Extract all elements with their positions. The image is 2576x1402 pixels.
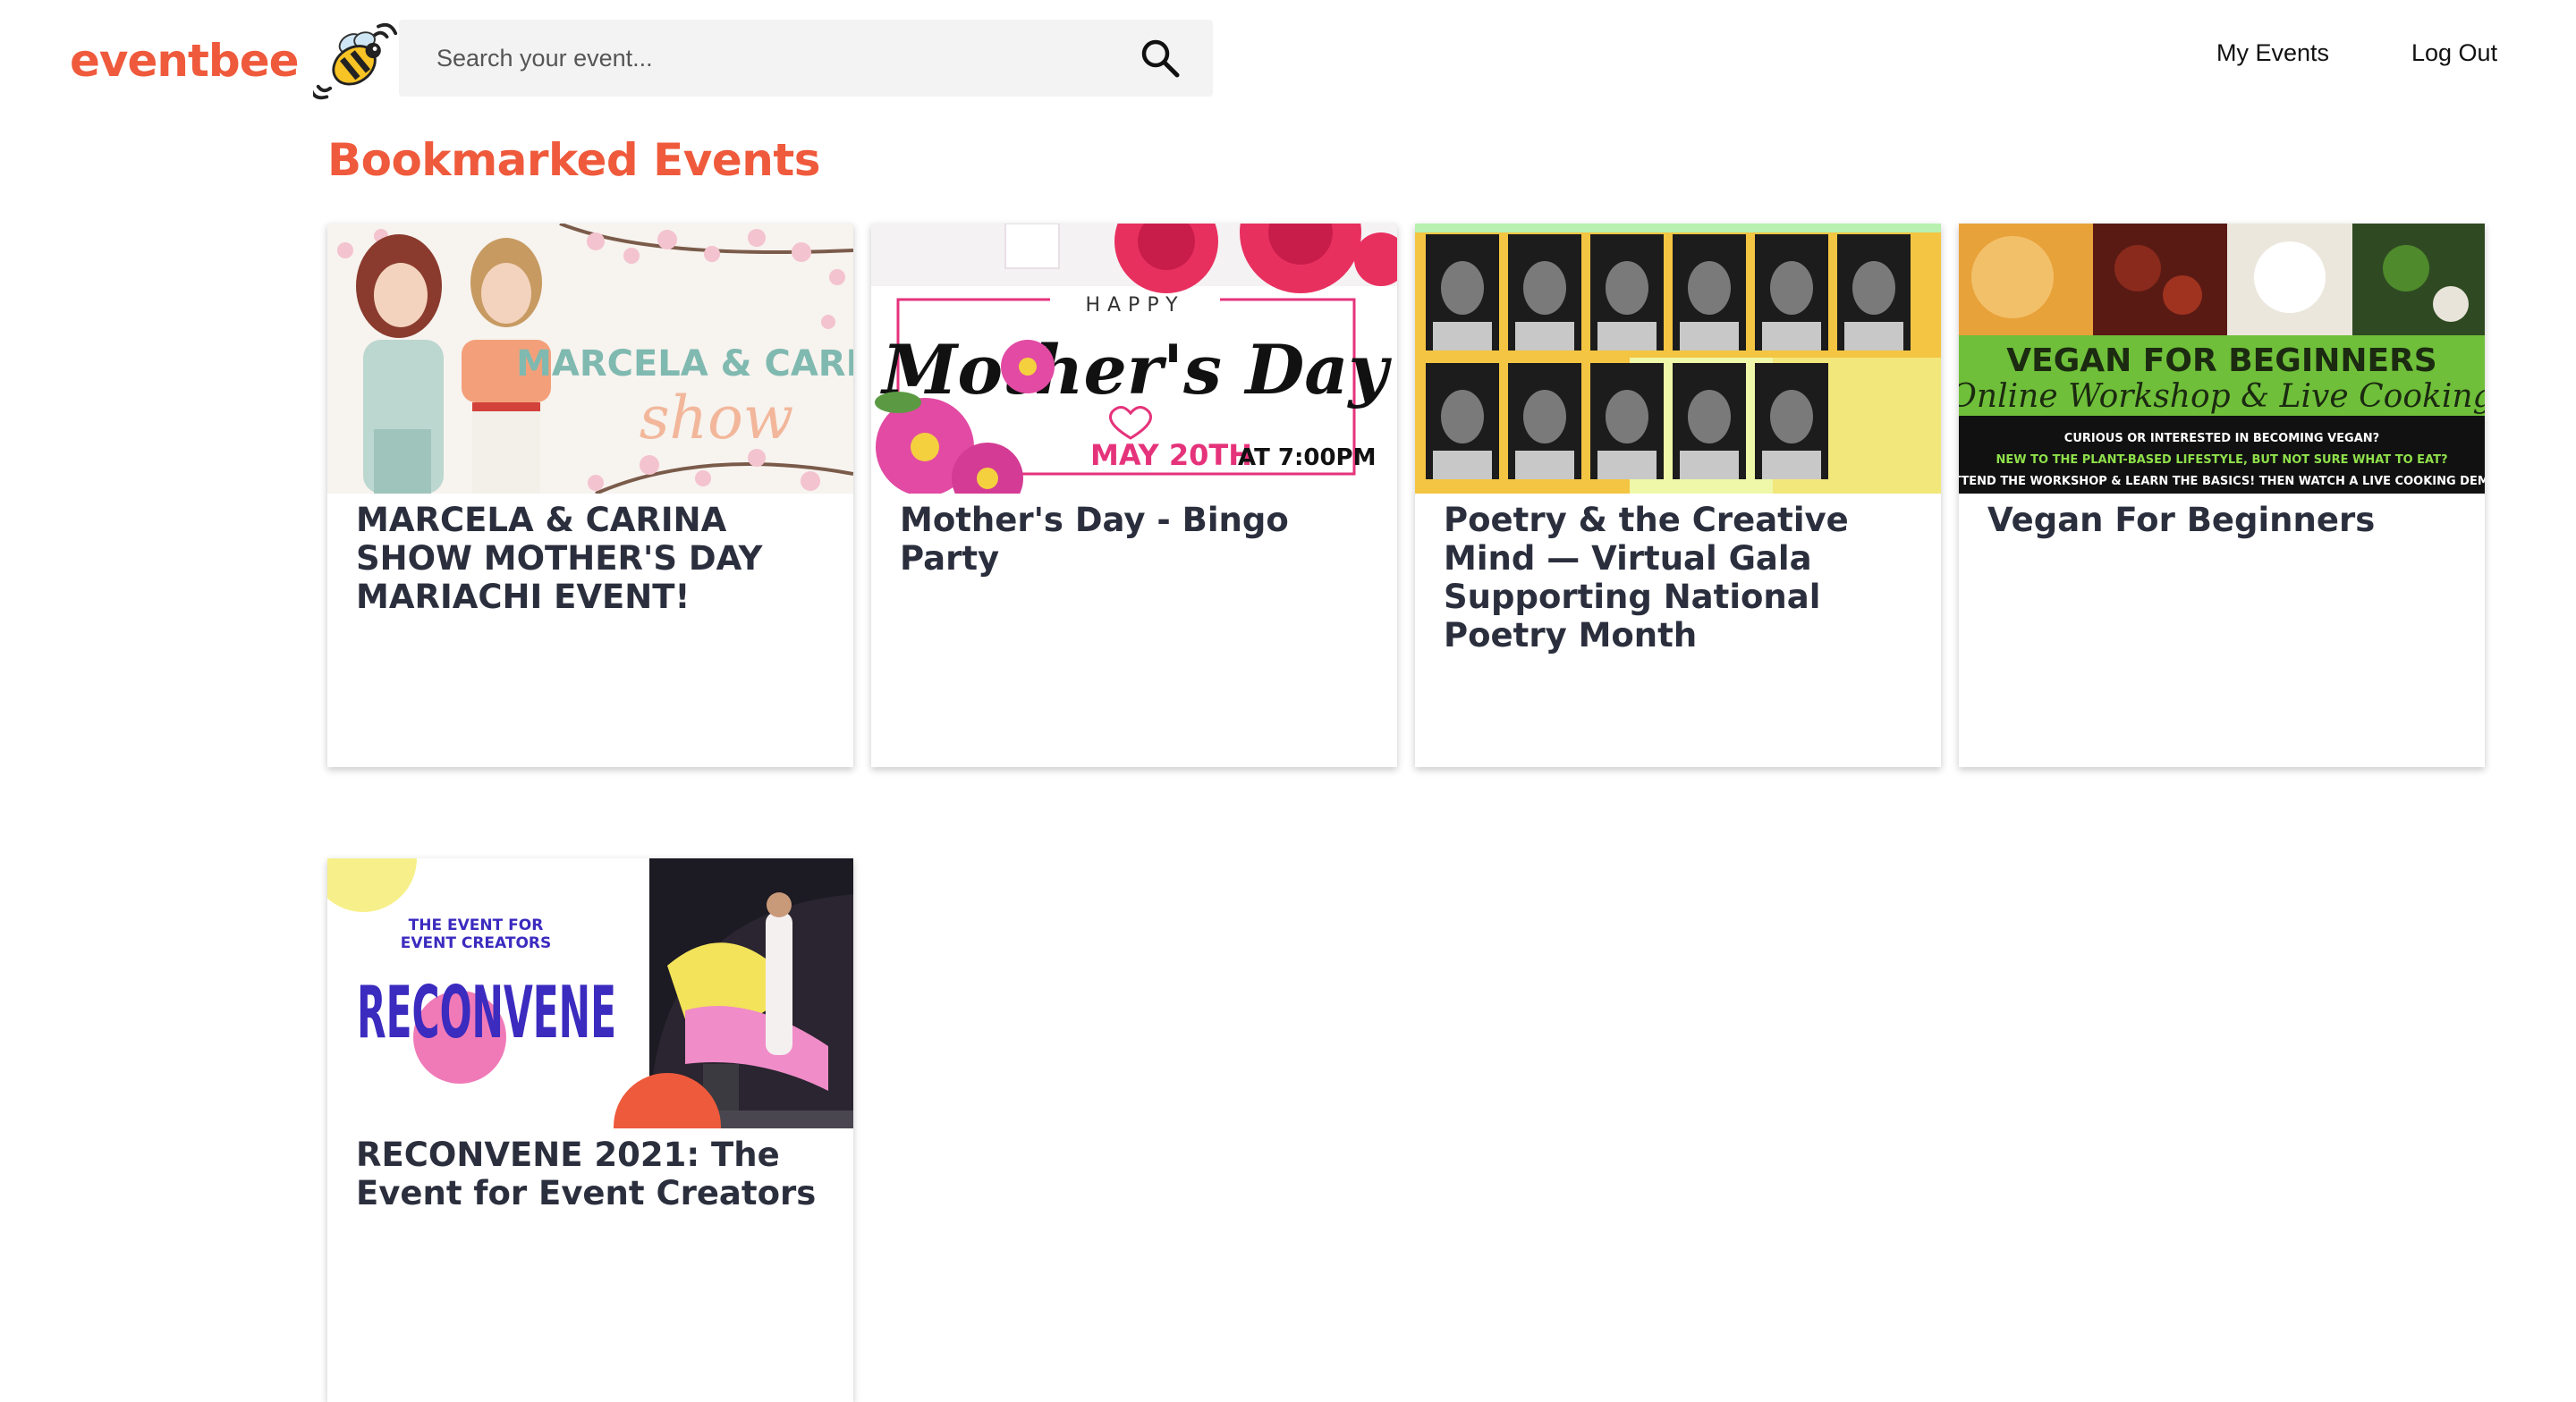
event-card-poetry-creative-mind[interactable]: Poetry & the Creative Mind — Virtual Gal…: [1415, 224, 1941, 767]
image-text-vegan-line1: CURIOUS OR INTERESTED IN BECOMING VEGAN?: [2064, 432, 2379, 445]
event-card-marcela-carina[interactable]: MARCELA & CARINA show MARCELA & CARINA S…: [327, 224, 853, 767]
event-title: MARCELA & CARINA SHOW MOTHER'S DAY MARIA…: [356, 501, 763, 616]
image-text-happy: HAPPY: [1085, 294, 1184, 317]
image-text-vegan-heading: VEGAN FOR BEGINNERS: [2006, 342, 2436, 379]
event-title: Vegan For Beginners: [1987, 501, 2376, 539]
page-title: Bookmarked Events: [327, 134, 821, 186]
event-image-marcela-carina: MARCELA & CARINA show: [327, 224, 853, 494]
image-text-show: show: [640, 384, 794, 452]
image-text-vegan-line3: ATTEND THE WORKSHOP & LEARN THE BASICS! …: [1959, 475, 2485, 488]
search-icon[interactable]: [1138, 36, 1182, 80]
event-image-poetry: [1415, 224, 1941, 494]
eventbee-logo[interactable]: eventbee: [70, 16, 399, 106]
nav-my-events-link[interactable]: My Events: [2216, 39, 2329, 67]
event-image-reconvene: THE EVENT FOR EVENT CREATORS RECONVENE: [327, 858, 853, 1128]
image-text-reconvene: RECONVENE: [357, 971, 616, 1054]
bee-icon: [312, 23, 397, 100]
image-text-vegan-line2: NEW TO THE PLANT-BASED LIFESTYLE, BUT NO…: [1996, 453, 2448, 467]
image-text-time: AT 7:00PM: [1238, 444, 1377, 471]
event-title: Mother's Day - Bingo Party: [900, 501, 1289, 578]
event-card-mothers-day-bingo[interactable]: HAPPY Mother's Day MAY 20TH AT 7:00PM Mo…: [871, 224, 1397, 767]
image-text-mothers-day: Mother's Day: [879, 330, 1392, 410]
nav-log-out-link[interactable]: Log Out: [2411, 39, 2497, 67]
event-image-mothers-day: HAPPY Mother's Day MAY 20TH AT 7:00PM: [871, 224, 1397, 494]
event-title: RECONVENE 2021: The Event for Event Crea…: [356, 1136, 817, 1212]
event-image-vegan: VEGAN FOR BEGINNERS Online Workshop & Li…: [1959, 224, 2485, 494]
event-title: Poetry & the Creative Mind — Virtual Gal…: [1444, 501, 1849, 655]
image-text-event-creators: EVENT CREATORS: [401, 934, 552, 952]
search-bar: [399, 20, 1213, 97]
image-text-marcela-carina: MARCELA & CARINA: [516, 343, 853, 384]
image-text-online-workshop: Online Workshop & Live Cooking: [1959, 378, 2485, 415]
search-input[interactable]: [435, 31, 1097, 85]
logo-text: eventbee: [70, 35, 300, 87]
event-card-reconvene-2021[interactable]: THE EVENT FOR EVENT CREATORS RECONVENE R…: [327, 858, 853, 1402]
image-text-may-20th: MAY 20TH: [1090, 438, 1252, 472]
top-header: eventbee My Events Log Out: [0, 0, 2576, 116]
image-text-the-event-for: THE EVENT FOR: [409, 916, 544, 934]
event-card-vegan-for-beginners[interactable]: VEGAN FOR BEGINNERS Online Workshop & Li…: [1959, 224, 2485, 767]
